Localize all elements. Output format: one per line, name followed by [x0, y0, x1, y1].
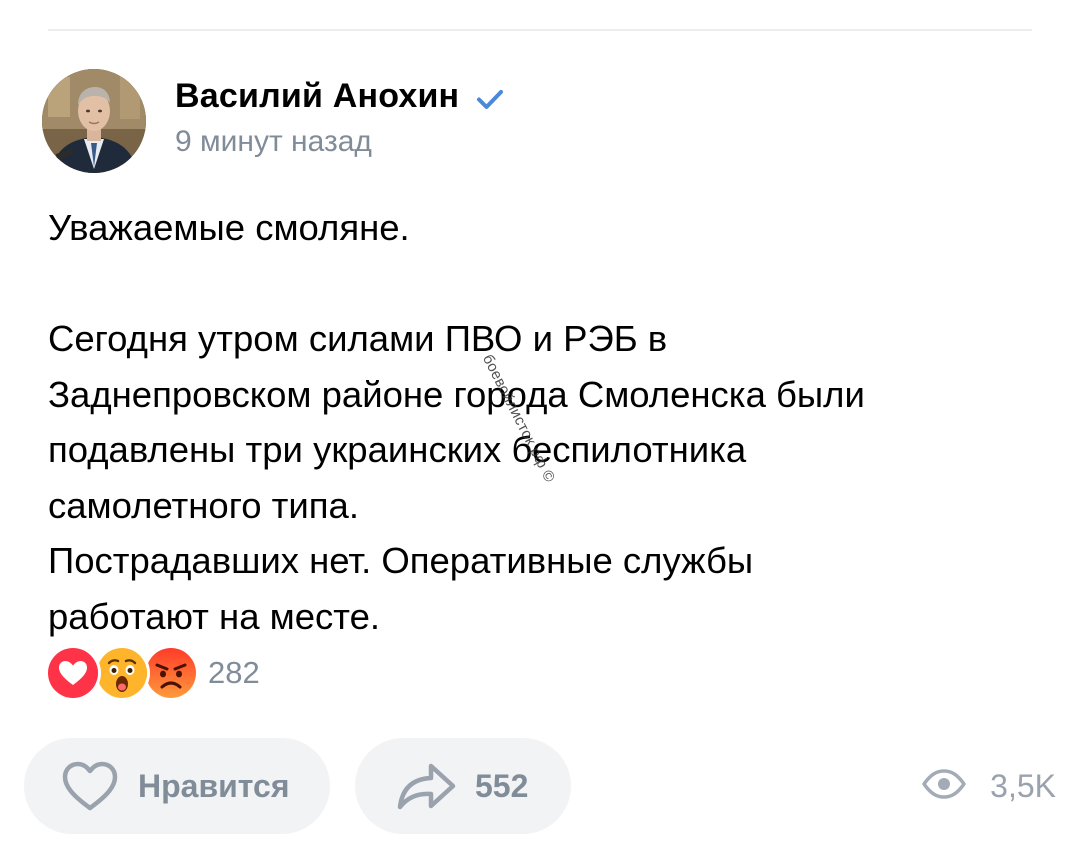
views-counter: 3,5K — [922, 760, 1056, 812]
post-text: Уважаемые смоляне. Сегодня утром силами … — [48, 200, 1038, 644]
avatar-image — [42, 69, 146, 173]
reactions-bar[interactable]: 282 — [48, 648, 260, 698]
post-text-line: Пострадавших нет. Оперативные службы — [48, 540, 754, 581]
post-text-line: Уважаемые смоляне. — [48, 207, 410, 248]
like-button-label: Нравится — [138, 767, 290, 804]
verified-check-icon — [475, 84, 505, 114]
author-line: Василий Анохин — [175, 74, 505, 118]
like-button[interactable]: Нравится — [24, 738, 330, 834]
author-name[interactable]: Василий Анохин — [175, 77, 459, 116]
post-header: Василий Анохин 9 минут назад — [42, 69, 742, 173]
post-text-line: Заднепровском районе города Смоленска бы… — [48, 373, 865, 415]
heart-outline-icon — [60, 759, 120, 813]
reactions-count: 282 — [208, 655, 260, 690]
author-avatar[interactable] — [42, 69, 146, 173]
wow-reaction-icon — [97, 648, 147, 698]
top-divider — [48, 29, 1032, 31]
angry-reaction-icon — [146, 648, 196, 698]
share-button[interactable]: 552 — [355, 738, 571, 834]
post-text-line: самолетного типа. — [48, 484, 359, 526]
share-arrow-icon — [395, 760, 457, 812]
eye-icon — [922, 768, 966, 804]
post-text-line: Сегодня утром силами ПВО и РЭБ в — [48, 318, 668, 359]
post-text-line: работают на месте. — [48, 595, 381, 637]
share-count: 552 — [475, 767, 529, 804]
reaction-icons — [48, 648, 196, 698]
heart-reaction-icon — [48, 648, 98, 698]
views-count: 3,5K — [990, 767, 1056, 804]
post-time[interactable]: 9 минут назад — [175, 125, 372, 159]
